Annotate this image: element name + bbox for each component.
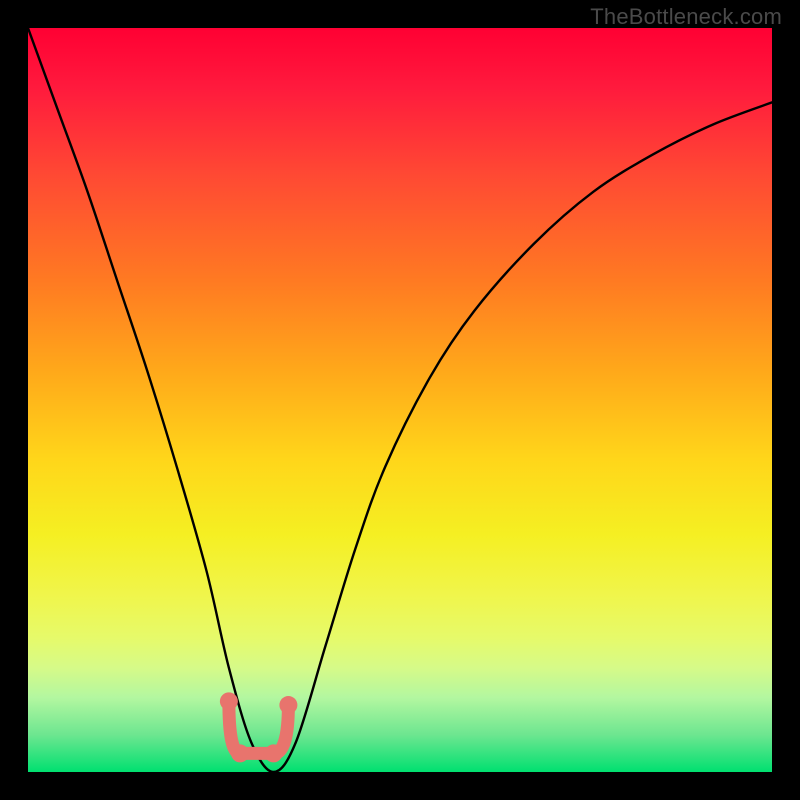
curve-layer — [28, 28, 772, 772]
marker-dip-left-bottom — [231, 744, 249, 762]
bottleneck-curve — [28, 28, 772, 772]
watermark-text: TheBottleneck.com — [590, 4, 782, 30]
marker-dip-left-top — [220, 692, 238, 710]
marker-dip-right-top — [279, 696, 297, 714]
marker-dip-right-bottom — [265, 744, 283, 762]
plot-area — [28, 28, 772, 772]
chart-stage: TheBottleneck.com — [0, 0, 800, 800]
